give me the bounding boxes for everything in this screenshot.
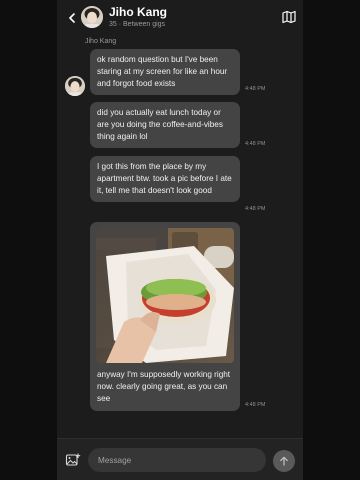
- sandwich-photo[interactable]: [96, 228, 234, 363]
- message-composer: [57, 438, 303, 480]
- send-button[interactable]: [273, 450, 295, 472]
- contact-name: Jiho Kang: [109, 5, 168, 19]
- avatar-image: [81, 6, 103, 28]
- message-time: 4:48 PM: [245, 141, 266, 147]
- message-bubble[interactable]: I got this from the place by my apartmen…: [90, 156, 240, 202]
- back-button[interactable]: [65, 9, 79, 27]
- chevron-left-icon: [69, 13, 75, 23]
- photo-message-bubble[interactable]: anyway I'm supposedly working right now.…: [90, 222, 240, 411]
- message-time: 4:48 PM: [245, 86, 266, 92]
- message-bubble[interactable]: did you actually eat lunch today or are …: [90, 102, 240, 148]
- image-attach-icon: [65, 453, 81, 466]
- message-text: anyway I'm supposedly working right now.…: [97, 370, 231, 403]
- message-text: I got this from the place by my apartmen…: [97, 162, 232, 195]
- message-text: did you actually eat lunch today or are …: [97, 108, 223, 141]
- arrow-up-icon: [280, 456, 288, 466]
- sender-name: Jiho Kang: [85, 38, 117, 45]
- message-text: ok random question but I've been staring…: [97, 55, 228, 88]
- avatar[interactable]: [81, 6, 103, 28]
- avatar-image: [65, 76, 85, 96]
- message-time: 4:48 PM: [245, 206, 266, 212]
- sandwich-image: [96, 228, 234, 363]
- message-input[interactable]: [88, 448, 266, 472]
- message-avatar[interactable]: [65, 76, 85, 96]
- map-icon: [282, 10, 296, 24]
- contact-subtitle: 35 · Between gigs: [109, 21, 166, 28]
- message-time: 4:48 PM: [245, 402, 266, 408]
- message-bubble[interactable]: ok random question but I've been staring…: [90, 49, 240, 95]
- map-button[interactable]: [281, 9, 297, 25]
- chat-screen: Jiho Kang 35 · Between gigs Jiho Kang ok…: [57, 0, 303, 480]
- attach-image-button[interactable]: [65, 452, 81, 468]
- chat-header: Jiho Kang 35 · Between gigs: [57, 0, 303, 36]
